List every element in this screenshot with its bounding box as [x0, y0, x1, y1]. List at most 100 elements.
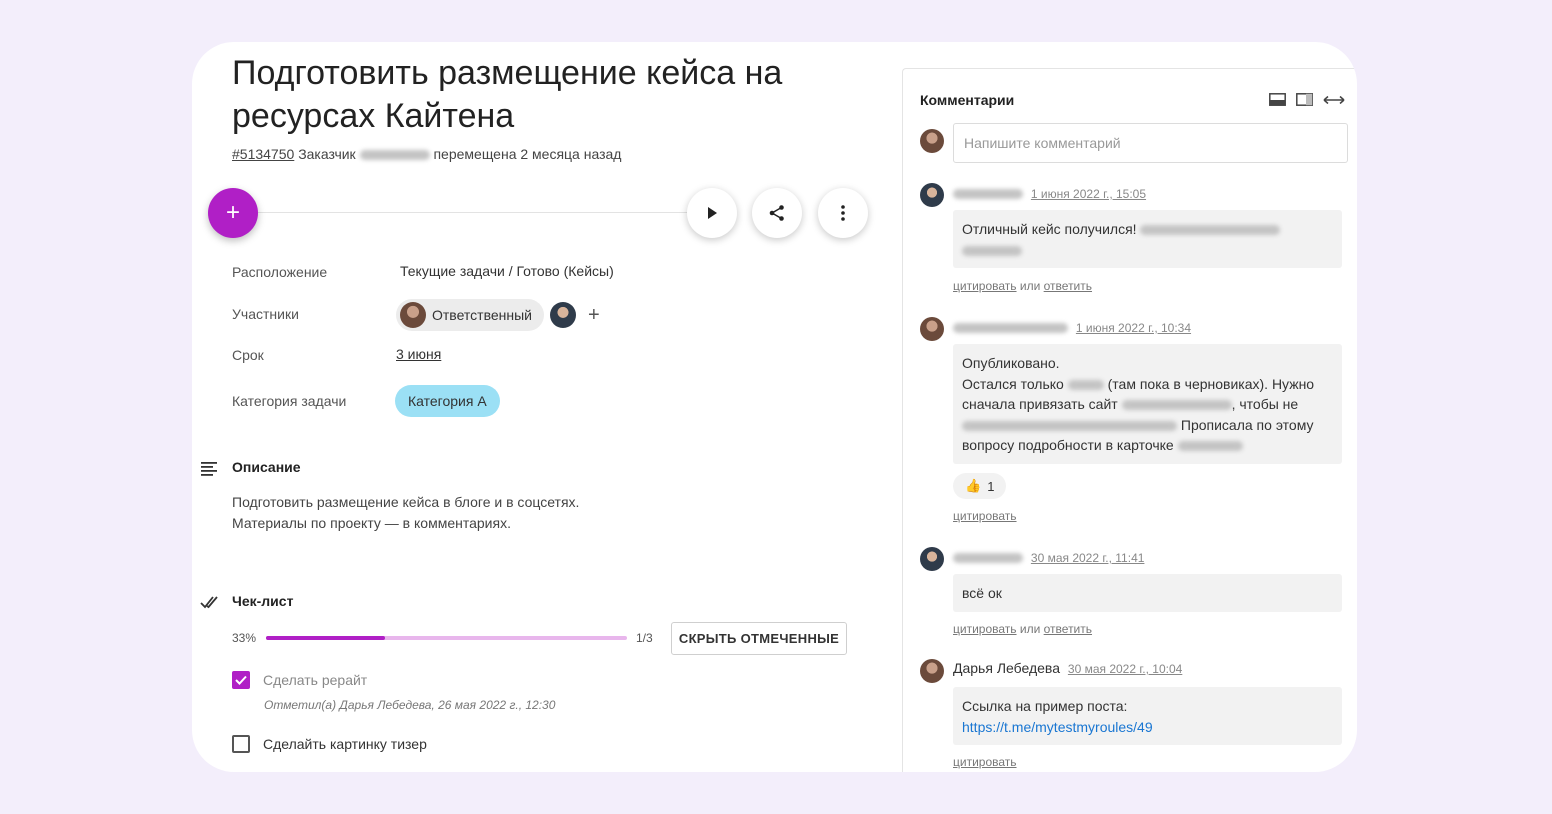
- members-label: Участники: [232, 306, 299, 322]
- comments-view-tools: [1269, 93, 1345, 106]
- comment-header: 1 июня 2022 г., 15:05: [953, 185, 1146, 201]
- comment-author-name: Дарья Лебедева: [953, 660, 1060, 676]
- comment-author-avatar: [920, 547, 944, 571]
- comment-date[interactable]: 30 мая 2022 г., 10:04: [1068, 662, 1182, 676]
- or-text: или: [1019, 279, 1041, 293]
- comment-author-avatar: [920, 183, 944, 207]
- comments-title: Комментарии: [920, 92, 1015, 108]
- comment-date[interactable]: 1 июня 2022 г., 10:34: [1076, 321, 1191, 335]
- comment-line: Прописала по этому: [962, 415, 1333, 436]
- comment-actions: цитировать: [953, 509, 1017, 523]
- category-chip-wrap: Категория А: [395, 385, 500, 417]
- redacted-text: [1177, 441, 1243, 452]
- comment-text: Ссылка на пример поста:: [962, 698, 1128, 714]
- current-user-avatar: [920, 129, 944, 153]
- expand-horizontal-icon[interactable]: [1323, 95, 1345, 105]
- checklist-heading: Чек-лист: [232, 593, 294, 609]
- reaction-count: 1: [987, 478, 995, 494]
- category-label: Категория задачи: [232, 393, 347, 409]
- comment-bubble: Отличный кейс получился!: [953, 210, 1342, 268]
- due-date-value[interactable]: 3 июня: [396, 346, 441, 362]
- comment-date[interactable]: 30 мая 2022 г., 11:41: [1031, 551, 1145, 565]
- quote-link[interactable]: цитировать: [953, 622, 1017, 636]
- description-text[interactable]: Подготовить размещение кейса в блоге и в…: [232, 492, 579, 534]
- checklist-item-label: Сделать рерайт: [263, 672, 368, 688]
- dock-right-icon[interactable]: [1296, 93, 1313, 106]
- share-button[interactable]: [752, 188, 802, 238]
- checklist-progress-percent: 33%: [232, 631, 257, 645]
- more-vertical-icon: [841, 205, 845, 221]
- location-label: Расположение: [232, 264, 328, 280]
- comment-bubble: всё ок: [953, 574, 1342, 612]
- quote-link[interactable]: цитировать: [953, 509, 1017, 523]
- responsible-chip[interactable]: Ответственный: [396, 299, 544, 331]
- comment-text: Отличный кейс получился!: [962, 221, 1141, 237]
- description-line: Материалы по проекту — в комментариях.: [232, 515, 511, 531]
- comment-line: Остался только (там пока в черновиках). …: [962, 375, 1315, 392]
- comment-line: сначала привязать сайт , чтобы не: [962, 396, 1299, 412]
- plus-icon: +: [225, 199, 240, 226]
- comment-date[interactable]: 1 июня 2022 г., 15:05: [1031, 187, 1146, 201]
- double-check-icon: [200, 596, 218, 609]
- comment-actions: цитировать: [953, 755, 1017, 769]
- quote-link[interactable]: цитировать: [953, 755, 1017, 769]
- dock-bottom-icon[interactable]: [1269, 93, 1286, 106]
- share-icon: [769, 205, 784, 221]
- member-avatar[interactable]: [549, 302, 576, 328]
- checklist-item-label: Сделайть картинку тизер: [263, 736, 427, 752]
- comment-header: Дарья Лебедева 30 мая 2022 г., 10:04: [953, 660, 1182, 676]
- customer-name-redacted: [359, 150, 430, 161]
- redacted-text: [1121, 400, 1232, 411]
- comment-link[interactable]: https://t.me/mytestmyroules/49: [962, 717, 1333, 738]
- author-name-redacted: [953, 553, 1023, 564]
- checklist-item-meta: Отметил(а) Дарья Лебедева, 26 мая 2022 г…: [264, 698, 556, 712]
- check-icon: [235, 675, 247, 685]
- author-name-redacted: [953, 323, 1068, 334]
- category-chip[interactable]: Категория А: [395, 385, 500, 417]
- comments-panel: Комментарии 1 июня 2022 г., 15:05 Отличн…: [902, 68, 1357, 772]
- toolbar-divider: [252, 212, 692, 213]
- thumbs-up-icon: 👍: [965, 478, 982, 493]
- task-meta: #5134750 Заказчик перемещена 2 месяца на…: [232, 146, 621, 162]
- checklist-progress-count: 1/3: [636, 631, 653, 645]
- reply-link[interactable]: ответить: [1044, 622, 1092, 636]
- checklist-item[interactable]: Сделайть картинку тизер: [232, 735, 427, 753]
- comment-bubble: Ссылка на пример поста: https://t.me/myt…: [953, 687, 1342, 745]
- comment-actions: цитировать или ответить: [953, 622, 1092, 636]
- members-list: Ответственный +: [396, 299, 600, 331]
- moved-text: перемещена 2 месяца назад: [433, 146, 622, 162]
- task-card: Подготовить размещение кейса на ресурсах…: [192, 42, 1357, 772]
- redacted-text: [1067, 379, 1104, 390]
- comment-header: 30 мая 2022 г., 11:41: [953, 549, 1144, 565]
- reply-link[interactable]: ответить: [1044, 279, 1092, 293]
- redacted-text: [1140, 225, 1281, 236]
- comment-text: всё ок: [962, 585, 1002, 601]
- responsible-label: Ответственный: [432, 307, 532, 323]
- avatar: [400, 302, 426, 328]
- task-title[interactable]: Подготовить размещение кейса на ресурсах…: [232, 52, 872, 138]
- checklist-progress-fill: [266, 636, 386, 640]
- description-line: Подготовить размещение кейса в блоге и в…: [232, 494, 580, 510]
- play-button[interactable]: [687, 188, 737, 238]
- checklist-item[interactable]: Сделать рерайт: [232, 671, 367, 689]
- description-heading: Описание: [232, 459, 301, 475]
- checkbox-unchecked[interactable]: [232, 735, 250, 753]
- or-text: или: [1019, 622, 1041, 636]
- task-id-link[interactable]: #5134750: [232, 146, 294, 162]
- description-icon: [201, 462, 217, 476]
- comment-author-avatar: [920, 317, 944, 341]
- author-name-redacted: [953, 189, 1023, 200]
- comment-header: 1 июня 2022 г., 10:34: [953, 319, 1191, 335]
- play-icon: [708, 207, 717, 219]
- location-value[interactable]: Текущие задачи / Готово (Кейсы): [400, 263, 614, 279]
- comment-actions: цитировать или ответить: [953, 279, 1092, 293]
- comment-input[interactable]: [953, 123, 1348, 163]
- checkbox-checked[interactable]: [232, 671, 250, 689]
- hide-checked-button[interactable]: СКРЫТЬ ОТМЕЧЕННЫЕ: [671, 622, 847, 655]
- redacted-text: [962, 245, 1022, 256]
- add-button[interactable]: +: [208, 188, 258, 238]
- more-button[interactable]: [818, 188, 868, 238]
- add-member-icon[interactable]: +: [588, 305, 600, 325]
- reaction-thumbs-up[interactable]: 👍 1: [953, 473, 1007, 499]
- quote-link[interactable]: цитировать: [953, 279, 1017, 293]
